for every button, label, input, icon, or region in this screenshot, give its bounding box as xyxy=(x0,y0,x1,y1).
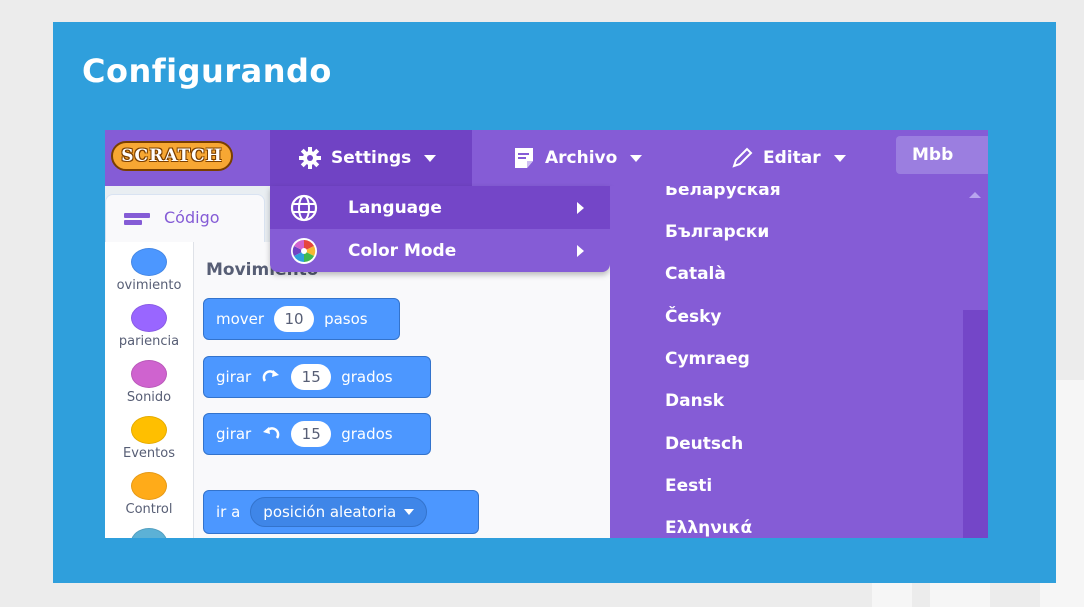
file-menu-button[interactable]: Archivo xyxy=(512,130,643,186)
scroll-up-icon[interactable] xyxy=(969,192,981,198)
block-palette: Movimiento mover 10 pasos girar 15 grado… xyxy=(194,242,610,538)
category-events[interactable]: Eventos xyxy=(105,416,193,461)
category-dot xyxy=(131,360,167,388)
code-blocks-icon xyxy=(124,213,150,225)
language-option[interactable]: Беларуская xyxy=(665,186,781,200)
category-dot xyxy=(131,472,167,500)
category-sensing[interactable] xyxy=(105,528,193,538)
menu-item-language[interactable]: Language xyxy=(270,186,610,229)
scrollbar-thumb[interactable] xyxy=(963,310,988,538)
scratch-screenshot: Código ovimiento pariencia Sonido Evento… xyxy=(105,130,988,538)
slide-title: Configurando xyxy=(82,52,332,90)
category-label: Control xyxy=(125,502,173,517)
chevron-right-icon xyxy=(577,201,584,214)
chevron-down-icon xyxy=(630,154,643,162)
category-column: ovimiento pariencia Sonido Eventos Contr… xyxy=(105,242,194,538)
category-dot xyxy=(131,528,167,538)
block-unit: pasos xyxy=(324,310,368,328)
language-option[interactable]: Cymraeg xyxy=(665,349,750,369)
block-unit: grados xyxy=(341,368,393,386)
goto-target-dropdown[interactable]: posición aleatoria xyxy=(250,497,428,527)
block-label: ir a xyxy=(216,503,241,521)
slide: Configurando Código ovimiento pariencia … xyxy=(53,22,1056,583)
category-label: Eventos xyxy=(123,446,175,461)
category-dot xyxy=(131,248,167,276)
block-label: girar xyxy=(216,368,252,386)
block-label: mover xyxy=(216,310,265,328)
category-looks[interactable]: pariencia xyxy=(105,304,193,349)
block-go-to[interactable]: ir a posición aleatoria xyxy=(203,490,479,534)
category-dot xyxy=(131,304,167,332)
language-submenu: Беларуская Български Català Česky Cymrae… xyxy=(610,186,988,538)
chevron-right-icon xyxy=(577,244,584,257)
menu-item-label: Language xyxy=(348,197,442,218)
edit-menu-button[interactable]: Editar xyxy=(730,130,846,186)
rotate-left-icon xyxy=(263,427,280,439)
language-option[interactable]: Deutsch xyxy=(665,434,743,454)
scratch-logo[interactable]: SCRATCH xyxy=(111,141,233,171)
chevron-down-icon xyxy=(404,509,415,515)
menu-item-color-mode[interactable]: Color Mode xyxy=(270,229,610,272)
settings-label: Settings xyxy=(331,148,412,168)
block-turn-right[interactable]: girar 15 grados xyxy=(203,356,431,398)
block-unit: grados xyxy=(341,425,393,443)
language-option[interactable]: Dansk xyxy=(665,391,724,411)
language-option[interactable]: Català xyxy=(665,264,726,284)
category-label: Sonido xyxy=(126,390,172,405)
category-motion[interactable]: ovimiento xyxy=(105,248,193,293)
steps-input[interactable]: 10 xyxy=(274,306,315,332)
chevron-down-icon xyxy=(833,154,846,162)
degrees-input[interactable]: 15 xyxy=(291,421,332,447)
file-icon xyxy=(515,148,533,168)
block-turn-left[interactable]: girar 15 grados xyxy=(203,413,431,455)
language-option[interactable]: Česky xyxy=(665,307,722,327)
category-control[interactable]: Control xyxy=(105,472,193,517)
settings-dropdown: Language Color Mode xyxy=(270,186,610,272)
tab-code-label: Código xyxy=(164,208,220,227)
rotate-right-icon xyxy=(262,370,280,382)
language-option[interactable]: Eesti xyxy=(665,476,712,496)
chevron-down-icon xyxy=(424,154,437,162)
dropdown-value: posición aleatoria xyxy=(263,503,397,521)
gear-icon xyxy=(299,147,321,169)
language-option[interactable]: Ελληνικά xyxy=(665,518,752,538)
category-sound[interactable]: Sonido xyxy=(105,360,193,405)
category-label: ovimiento xyxy=(116,278,182,293)
category-label: pariencia xyxy=(118,334,180,349)
degrees-input[interactable]: 15 xyxy=(291,364,332,390)
tab-code[interactable]: Código xyxy=(105,194,265,242)
language-option[interactable]: Български xyxy=(665,222,769,242)
category-dot xyxy=(131,416,167,444)
settings-menu-button[interactable]: Settings xyxy=(270,130,472,186)
block-move-steps[interactable]: mover 10 pasos xyxy=(203,298,400,340)
edit-label: Editar xyxy=(763,148,821,168)
pencil-icon xyxy=(732,147,753,168)
color-wheel-icon xyxy=(291,238,317,264)
globe-icon xyxy=(290,194,318,222)
block-label: girar xyxy=(216,425,252,443)
file-label: Archivo xyxy=(545,148,618,168)
menu-item-label: Color Mode xyxy=(348,240,457,261)
user-menu-button[interactable]: Mbb xyxy=(896,136,988,174)
menu-bar: SCRATCH Settings Archivo Editar Mbb xyxy=(105,130,988,186)
